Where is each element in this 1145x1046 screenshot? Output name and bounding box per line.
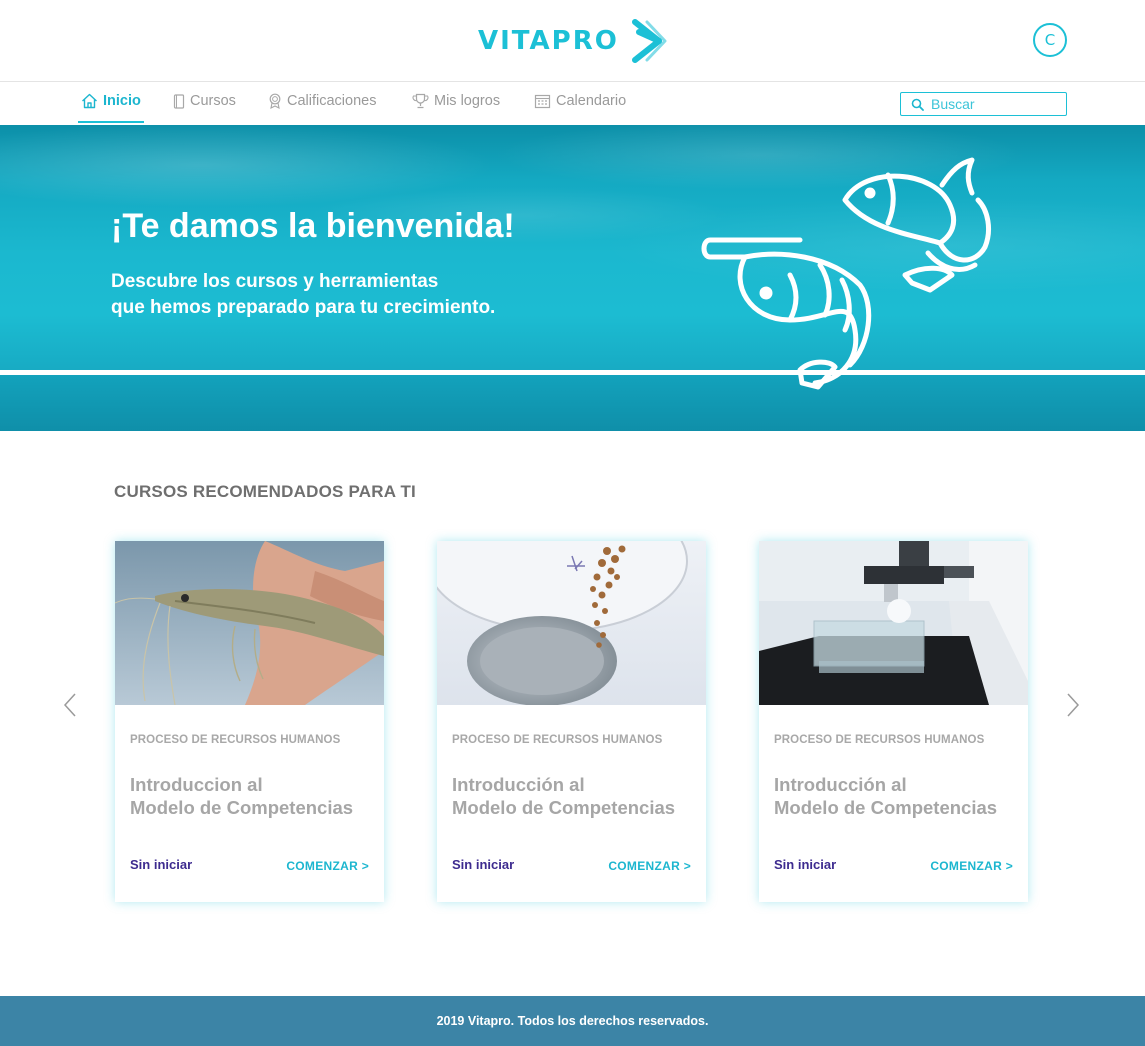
nav-label: Calendario xyxy=(556,93,627,109)
book-icon xyxy=(173,93,185,109)
page-footer: 2019 Vitapro. Todos los derechos reserva… xyxy=(0,996,1145,1046)
copyright-text: 2019 Vitapro. Todos los derechos reserva… xyxy=(436,1014,709,1028)
nav-item-cursos[interactable]: Cursos xyxy=(173,82,236,120)
start-course-button[interactable]: COMENZAR > xyxy=(286,859,369,873)
course-title: Introduccion al Modelo de Competencias xyxy=(130,773,370,819)
course-category: PROCESO DE RECURSOS HUMANOS xyxy=(452,734,663,746)
course-image-shrimp xyxy=(115,541,384,705)
welcome-title: ¡Te damos la bienvenida! xyxy=(111,207,515,245)
logo-wordmark: VITAPRO xyxy=(478,26,619,56)
nav-label: Inicio xyxy=(103,93,141,109)
course-card[interactable]: PROCESO DE RECURSOS HUMANOS Introducción… xyxy=(759,541,1028,902)
course-status: Sin iniciar xyxy=(774,857,837,872)
course-category: PROCESO DE RECURSOS HUMANOS xyxy=(130,734,341,746)
welcome-subtitle-line: que hemos preparado para tu crecimiento. xyxy=(111,297,496,318)
course-status: Sin iniciar xyxy=(130,857,193,872)
course-title-line: Introduccion al xyxy=(130,774,263,795)
course-title: Introducción al Modelo de Competencias xyxy=(774,773,1014,819)
nav-label: Calificaciones xyxy=(287,93,377,109)
nav-label: Mis logros xyxy=(434,93,501,109)
fish-shrimp-illustration xyxy=(701,157,991,390)
welcome-banner: ¡Te damos la bienvenida! Descubre los cu… xyxy=(0,125,1145,431)
award-icon xyxy=(269,93,281,109)
shrimp-icon xyxy=(701,237,872,390)
section-title: CURSOS RECOMENDADOS PARA TI xyxy=(114,482,416,501)
carousel-prev-arrow[interactable] xyxy=(60,690,80,720)
course-card[interactable]: PROCESO DE RECURSOS HUMANOS Introduccion… xyxy=(115,541,384,902)
start-course-button[interactable]: COMENZAR > xyxy=(930,859,1013,873)
search-input[interactable] xyxy=(931,96,1051,112)
search-icon xyxy=(911,98,924,111)
trophy-icon xyxy=(412,93,429,109)
nav-item-calendario[interactable]: Calendario xyxy=(534,82,626,120)
course-title-line: Introducción al xyxy=(452,774,585,795)
user-avatar[interactable]: C xyxy=(1033,23,1067,57)
home-icon xyxy=(82,93,97,109)
vitapro-logo[interactable]: VITAPRO xyxy=(478,16,671,66)
course-status: Sin iniciar xyxy=(452,857,515,872)
course-title-line: Modelo de Competencias xyxy=(774,797,998,818)
course-card[interactable]: PROCESO DE RECURSOS HUMANOS Introducción… xyxy=(437,541,706,902)
course-image-feed xyxy=(437,541,706,705)
course-category: PROCESO DE RECURSOS HUMANOS xyxy=(774,734,985,746)
course-title: Introducción al Modelo de Competencias xyxy=(452,773,692,819)
course-title-line: Introducción al xyxy=(774,774,907,795)
logo-chevron-icon xyxy=(631,19,667,63)
nav-item-calificaciones[interactable]: Calificaciones xyxy=(268,82,376,120)
nav-label: Cursos xyxy=(190,93,236,109)
course-image-microscope xyxy=(759,541,1028,705)
course-title-line: Modelo de Competencias xyxy=(452,797,676,818)
course-title-line: Modelo de Competencias xyxy=(130,797,354,818)
welcome-subtitle-line: Descubre los cursos y herramientas xyxy=(111,271,439,292)
carousel-next-arrow[interactable] xyxy=(1063,690,1083,720)
top-header: VITAPRO C xyxy=(0,0,1145,82)
nav-item-mis-logros[interactable]: Mis logros xyxy=(412,82,500,120)
nav-item-inicio[interactable]: Inicio xyxy=(78,82,144,123)
welcome-subtitle: Descubre los cursos y herramientas que h… xyxy=(111,269,591,321)
search-box[interactable] xyxy=(900,92,1067,116)
fish-icon xyxy=(842,157,991,293)
start-course-button[interactable]: COMENZAR > xyxy=(608,859,691,873)
main-nav: Inicio Cursos Calificaciones Mis logros … xyxy=(0,82,1145,125)
calendar-icon xyxy=(534,94,551,109)
